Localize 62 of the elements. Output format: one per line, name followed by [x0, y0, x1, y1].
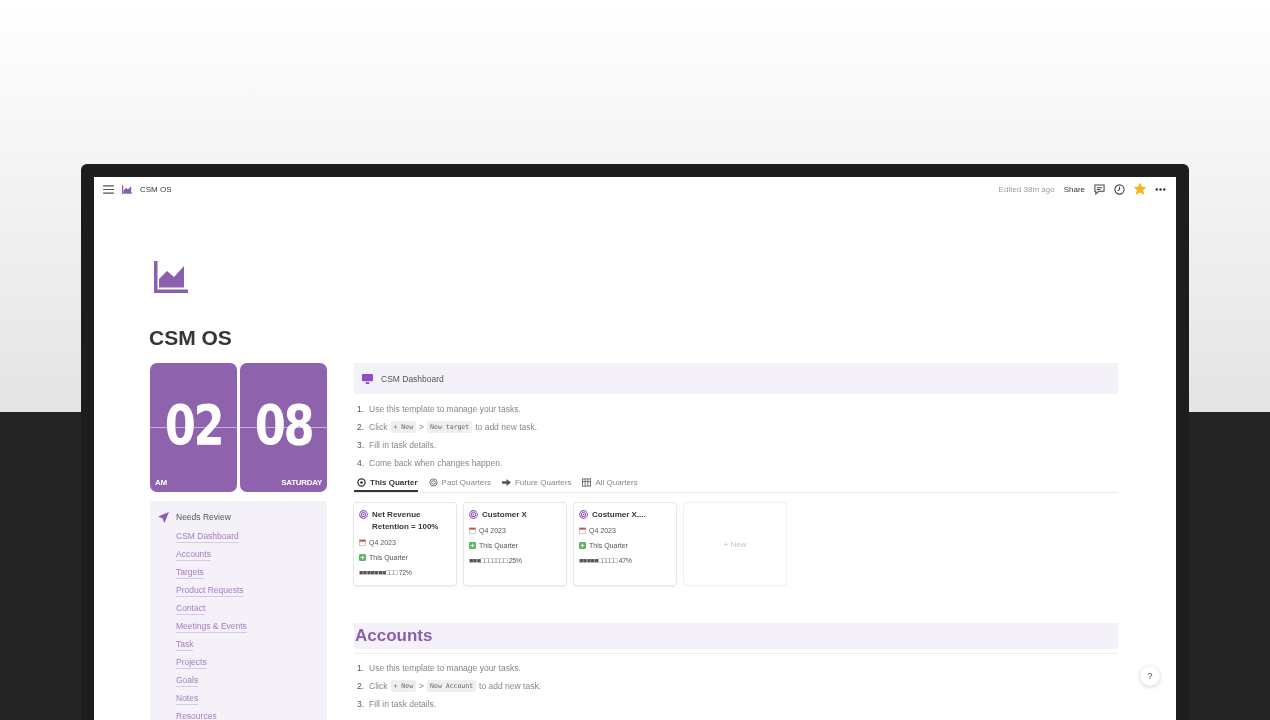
clock-caption: AM — [155, 478, 167, 487]
instruction-text: Come back when changes happen. — [369, 458, 503, 468]
area-chart-icon — [154, 261, 188, 293]
clock-digits: 02 — [163, 393, 224, 457]
list-number: 1. — [357, 404, 365, 414]
status-icon — [469, 542, 476, 549]
sidebar-link[interactable]: Goals — [176, 674, 199, 687]
calendar-icon — [359, 539, 366, 546]
star-icon[interactable] — [1134, 183, 1146, 195]
table-icon — [582, 478, 592, 487]
sidebar-link[interactable]: Targets — [176, 566, 204, 579]
list-number: 3. — [357, 440, 365, 450]
list-number: 2. — [357, 681, 365, 691]
view-tab[interactable]: All Quarters — [579, 475, 638, 492]
list-number: 3. — [357, 699, 365, 709]
status-icon — [579, 542, 586, 549]
more-icon[interactable] — [1155, 187, 1166, 191]
sidebar-link[interactable]: Product Requests — [176, 584, 244, 597]
sidebar-link[interactable]: Resources — [176, 710, 217, 720]
target-icon — [469, 510, 478, 519]
card-title: Net Revenue Retention = 100% — [372, 509, 440, 533]
sidebar-link[interactable]: Accounts — [176, 548, 211, 561]
edited-time: Edited 38m ago — [998, 184, 1055, 194]
sidebar-link[interactable]: Meetings & Events — [176, 620, 247, 633]
instruction-text: Fill in task details. — [369, 440, 437, 450]
help-button[interactable]: ? — [1140, 666, 1160, 686]
list-number: 2. — [357, 422, 365, 432]
view-tab[interactable]: Past Quarters — [425, 475, 491, 492]
comment-icon[interactable] — [1094, 183, 1105, 195]
target-icon — [359, 510, 368, 519]
arrow-icon — [501, 478, 511, 487]
menu-icon[interactable] — [103, 184, 114, 194]
page-breadcrumb[interactable]: CSM OS — [140, 184, 172, 194]
list-number: 4. — [357, 458, 365, 468]
target-icon — [579, 510, 588, 519]
instruction-text: Use this template to manage your tasks. — [369, 663, 521, 673]
navigation-arrow-icon — [158, 511, 169, 523]
card-title: Customer X — [482, 509, 527, 521]
clock-digits: 08 — [253, 393, 314, 457]
card-title: Costumer X.... — [592, 509, 646, 521]
view-tab[interactable]: This Quarter — [354, 475, 418, 492]
calendar-icon — [579, 527, 586, 534]
calendar-icon — [469, 527, 476, 534]
sidebar-link[interactable]: Contact — [176, 602, 206, 615]
callout-title: CSM Dashboard — [381, 373, 444, 384]
target-icon — [357, 478, 366, 487]
area-chart-icon — [122, 184, 132, 194]
sidebar-link[interactable]: Notes — [176, 692, 199, 705]
page-title: CSM OS — [149, 325, 233, 351]
sidebar-link[interactable]: Projects — [176, 656, 207, 669]
view-tab[interactable]: Future Quarters — [498, 475, 572, 492]
share-button[interactable]: Share — [1063, 184, 1085, 194]
list-number: 1. — [357, 663, 365, 673]
instruction-text: Use this template to manage your tasks. — [369, 404, 521, 414]
status-icon — [359, 554, 366, 561]
clock-caption: SATURDAY — [281, 478, 322, 487]
monitor-icon — [362, 373, 373, 384]
sidebar-heading: Needs Review — [176, 512, 231, 522]
instruction-text: Fill in task details. — [369, 699, 437, 709]
sidebar-link[interactable]: Task — [176, 638, 194, 651]
clock-icon[interactable] — [1114, 183, 1125, 195]
sidebar-link[interactable]: CSM Dashboard — [176, 530, 239, 543]
